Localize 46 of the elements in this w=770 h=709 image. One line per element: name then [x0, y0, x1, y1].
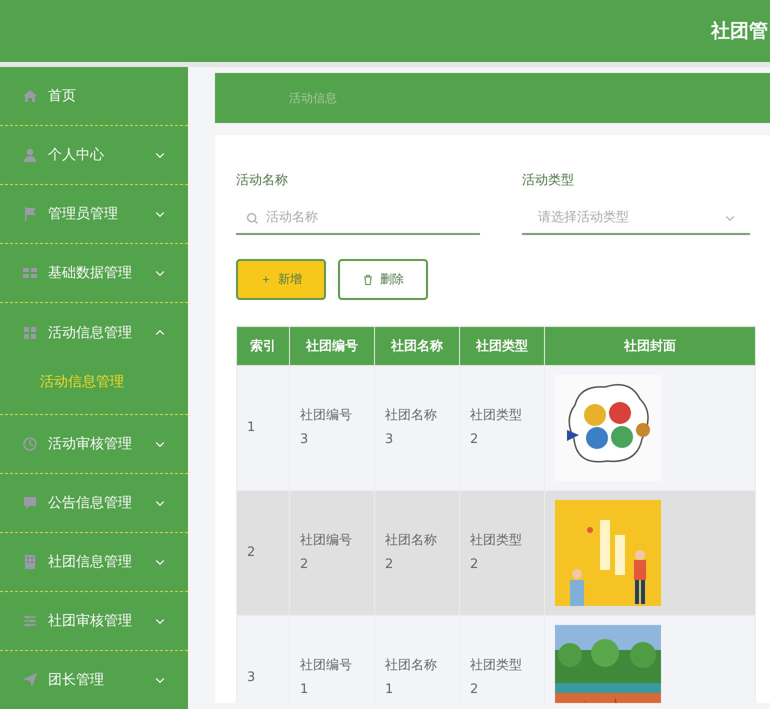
table-cell: 社团编号 1 — [290, 616, 374, 703]
breadcrumb: 活动信息 — [289, 90, 337, 106]
column-header: 社团封面 — [544, 326, 756, 366]
flag-icon — [22, 206, 38, 222]
table-cell: 社团名称 2 — [374, 490, 460, 616]
menu-item[interactable]: 首页 — [0, 67, 188, 126]
column-header: 索引 — [236, 326, 290, 366]
menu-item[interactable]: 基础数据管理 — [0, 244, 188, 303]
home-icon — [22, 88, 38, 104]
menu-item[interactable]: 个人中心 — [0, 126, 188, 185]
field-label: 活动名称 — [236, 172, 289, 189]
menu-item[interactable]: 公告信息管理 — [0, 474, 188, 533]
table-cell: 社团类型 2 — [460, 366, 544, 490]
add-button[interactable]: ＋ 新增 — [236, 259, 326, 300]
table-cell: 社团名称 3 — [374, 366, 460, 490]
menu-item[interactable]: 社团审核管理 — [0, 592, 188, 651]
column-header: 社团名称 — [374, 326, 460, 366]
field-label: 活动类型 — [522, 172, 575, 189]
menu-item[interactable]: 活动审核管理 — [0, 415, 188, 474]
table-cell: 社团类型 2 — [460, 490, 544, 616]
column-header: 社团类型 — [460, 326, 544, 366]
trash-icon — [362, 274, 374, 286]
grid-icon — [22, 265, 38, 281]
sliders-icon — [22, 613, 38, 629]
column-header: 社团编号 — [290, 326, 374, 366]
search-icon — [246, 212, 259, 225]
chat-icon — [22, 495, 38, 511]
menu-item[interactable]: 管理员管理 — [0, 185, 188, 244]
table-cell: 1 — [236, 366, 290, 490]
menu-item[interactable]: 活动信息管理 — [0, 303, 188, 362]
table-cell: 社团编号 3 — [290, 366, 374, 490]
delete-button[interactable]: 删除 — [338, 259, 428, 300]
grid-icon — [22, 324, 38, 340]
menu-item[interactable]: 社团信息管理 — [0, 533, 188, 592]
menu-item[interactable]: 团长管理 — [0, 651, 188, 709]
table-cell: 社团类型 2 — [460, 616, 544, 703]
person-icon — [22, 147, 38, 163]
clock-icon — [22, 436, 38, 452]
submenu-item[interactable]: 活动信息管理 — [0, 362, 188, 415]
send-icon — [22, 672, 38, 688]
building-icon — [22, 554, 38, 570]
app-title: 社团管 — [711, 19, 768, 44]
table-cell: 社团名称 1 — [374, 616, 460, 703]
table-cell: 社团编号 2 — [290, 490, 374, 616]
table-cell: 3 — [236, 616, 290, 703]
table-cell: 2 — [236, 490, 290, 616]
